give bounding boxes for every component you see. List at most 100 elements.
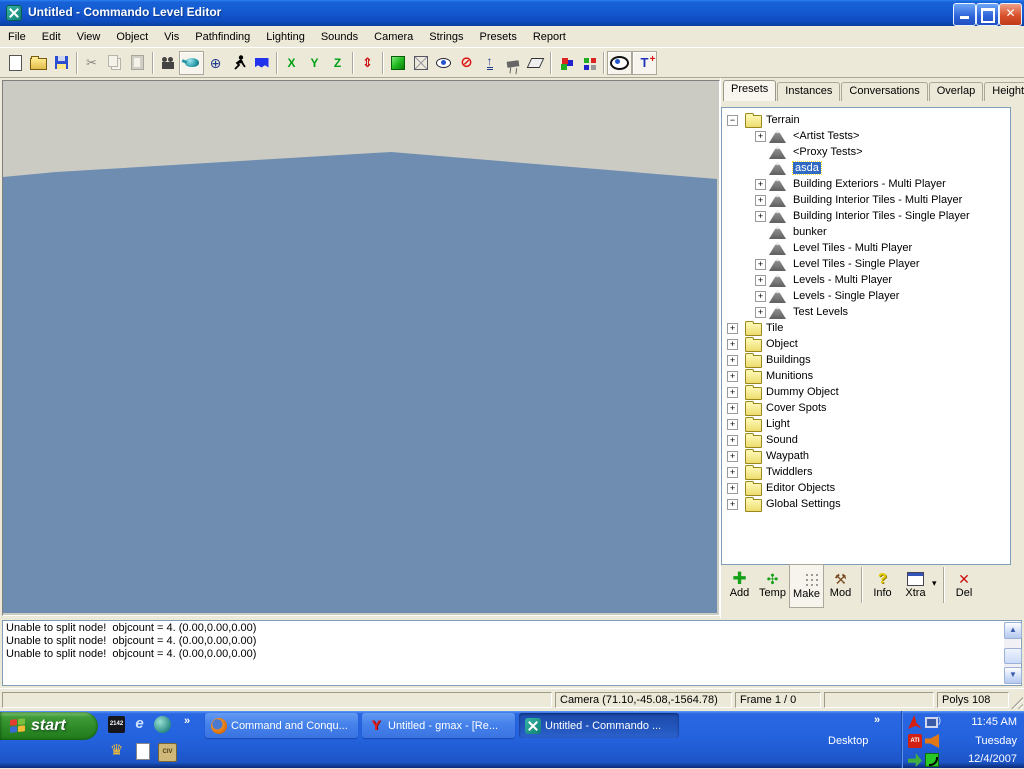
menu-object[interactable]: Object <box>108 29 156 45</box>
expand-icon[interactable]: + <box>755 275 766 286</box>
task-commando-editor[interactable]: Untitled - Commando ... <box>519 713 679 738</box>
expand-icon[interactable]: + <box>727 435 738 446</box>
desktop-toolbar-chevron-icon[interactable]: » <box>874 714 880 726</box>
expand-icon[interactable]: + <box>727 339 738 350</box>
task-command-and-conquer[interactable]: Command and Conqu... <box>205 713 358 738</box>
collapse-icon[interactable]: − <box>727 115 738 126</box>
mod-button[interactable]: ⚒Mod <box>824 564 857 606</box>
ati-arrow-icon[interactable] <box>908 715 922 729</box>
expand-icon[interactable]: + <box>727 419 738 430</box>
expand-icon[interactable]: + <box>755 291 766 302</box>
camera-dolly-button[interactable] <box>501 52 524 74</box>
waypoint-flag-button[interactable] <box>250 52 273 74</box>
solid-cube-button[interactable] <box>386 52 409 74</box>
expand-icon[interactable]: + <box>727 483 738 494</box>
civ-icon[interactable]: CIV <box>158 743 177 762</box>
new-button[interactable] <box>4 52 27 74</box>
expand-icon[interactable]: + <box>755 211 766 222</box>
tree-item-label[interactable]: Dummy Object <box>766 386 839 398</box>
tree-item-label[interactable]: Tile <box>766 322 783 334</box>
expand-icon[interactable]: + <box>727 323 738 334</box>
menu-vis[interactable]: Vis <box>156 29 187 45</box>
quicklaunch-chevron-icon[interactable]: » <box>184 715 190 727</box>
tree-item-label[interactable]: Editor Objects <box>766 482 835 494</box>
green-update-icon[interactable] <box>908 753 922 767</box>
globe-icon[interactable] <box>154 716 171 733</box>
monitor-signal-icon[interactable] <box>925 717 938 728</box>
tree-item-label[interactable]: Sound <box>766 434 798 446</box>
tab-conversations[interactable]: Conversations <box>841 82 927 101</box>
open-button[interactable] <box>27 52 50 74</box>
raise-button[interactable]: ↑ <box>478 52 501 74</box>
menu-strings[interactable]: Strings <box>421 29 471 45</box>
run-character-button[interactable] <box>227 52 250 74</box>
spray-button[interactable]: ⇕ <box>356 52 379 74</box>
eye-toggle-button[interactable] <box>607 51 632 75</box>
minimize-button[interactable] <box>953 3 976 26</box>
resize-grip[interactable] <box>1011 697 1023 709</box>
expand-icon[interactable]: + <box>727 451 738 462</box>
tree-item-label[interactable]: Test Levels <box>793 306 848 318</box>
tree-item-label[interactable]: Building Interior Tiles - Single Player <box>793 210 970 222</box>
save-button[interactable] <box>50 52 73 74</box>
log-scrollbar[interactable]: ▲ ▼ <box>1004 622 1020 684</box>
menu-view[interactable]: View <box>69 29 109 45</box>
expand-icon[interactable]: + <box>755 131 766 142</box>
tree-item-label[interactable]: Level Tiles - Single Player <box>793 258 920 270</box>
tree-item-label[interactable]: Waypath <box>766 450 809 462</box>
expand-icon[interactable]: + <box>727 355 738 366</box>
menu-pathfinding[interactable]: Pathfinding <box>187 29 258 45</box>
start-button[interactable]: start <box>0 712 98 740</box>
tree-item-label[interactable]: Terrain <box>766 114 800 126</box>
tree-item-label[interactable]: Level Tiles - Multi Player <box>793 242 912 254</box>
make-button[interactable]: Make <box>789 564 824 608</box>
menu-presets[interactable]: Presets <box>472 29 525 45</box>
viewport-3d[interactable] <box>2 80 720 616</box>
close-button[interactable]: ✕ <box>999 3 1022 26</box>
no-visibility-button[interactable]: ⊘ <box>455 52 478 74</box>
expand-icon[interactable]: + <box>727 371 738 382</box>
expand-icon[interactable]: + <box>727 499 738 510</box>
menu-report[interactable]: Report <box>525 29 574 45</box>
tree-item-label[interactable]: Light <box>766 418 790 430</box>
movie-camera-button[interactable] <box>156 52 179 74</box>
temp-button[interactable]: ✣Temp <box>756 564 789 606</box>
menu-file[interactable]: File <box>0 29 34 45</box>
tree-item-label[interactable]: bunker <box>793 226 827 238</box>
expand-icon[interactable]: + <box>755 259 766 270</box>
crown-game-icon[interactable]: ♛ <box>110 743 127 760</box>
bf2142-icon[interactable]: 2142 <box>108 716 125 733</box>
menu-camera[interactable]: Camera <box>366 29 421 45</box>
polygon-button[interactable] <box>524 52 547 74</box>
desktop-toolbar-label[interactable]: Desktop <box>828 735 868 747</box>
y-axis-button[interactable]: Y <box>303 52 326 74</box>
scrollbar-thumb[interactable] <box>1004 648 1022 664</box>
tree-item-label[interactable]: Building Exteriors - Multi Player <box>793 178 946 190</box>
maximize-button[interactable] <box>976 3 999 26</box>
expand-icon[interactable]: + <box>727 403 738 414</box>
tree-item-label[interactable]: Global Settings <box>766 498 841 510</box>
x-axis-button[interactable]: X <box>280 52 303 74</box>
color-squares-button[interactable] <box>577 52 600 74</box>
xtra-dropdown-icon[interactable]: ▾ <box>932 578 937 589</box>
menu-sounds[interactable]: Sounds <box>313 29 366 45</box>
volume-icon[interactable] <box>925 734 939 748</box>
tab-heightfield[interactable]: Heightfield <box>984 82 1024 101</box>
tree-item-label[interactable]: Levels - Single Player <box>793 290 899 302</box>
tree-item-label[interactable]: <Proxy Tests> <box>793 146 863 158</box>
render-mode-button[interactable] <box>179 51 204 75</box>
expand-icon[interactable]: + <box>755 195 766 206</box>
internet-explorer-icon[interactable]: e <box>131 716 148 733</box>
menu-edit[interactable]: Edit <box>34 29 69 45</box>
expand-icon[interactable]: + <box>727 467 738 478</box>
tree-item-label[interactable]: Buildings <box>766 354 811 366</box>
text-toggle-button[interactable]: T <box>632 51 657 75</box>
tree-item-label[interactable]: Levels - Multi Player <box>793 274 892 286</box>
scroll-down-icon[interactable]: ▼ <box>1004 667 1022 684</box>
game-document-icon[interactable] <box>136 743 150 760</box>
tree-item-label[interactable]: Building Interior Tiles - Multi Player <box>793 194 962 206</box>
scroll-up-icon[interactable]: ▲ <box>1004 622 1022 639</box>
axis-gimbal-button[interactable]: ⊕ <box>204 52 227 74</box>
add-button[interactable]: ✚Add <box>723 564 756 606</box>
tree-item-label[interactable]: Munitions <box>766 370 813 382</box>
